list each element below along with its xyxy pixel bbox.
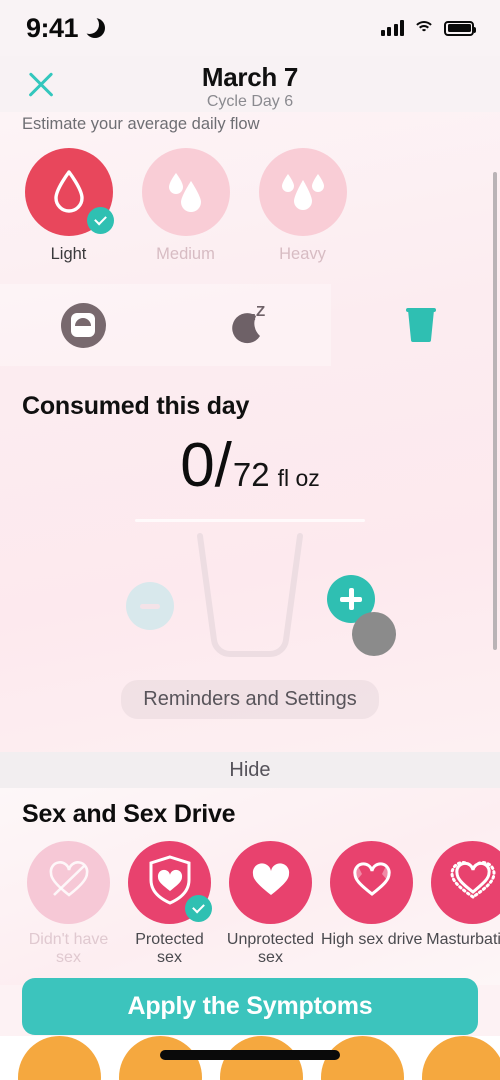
sex-option-unprotected-sex[interactable]: Unprotected sex	[220, 841, 321, 968]
protected-sex-check-icon	[185, 895, 212, 922]
masturbation-circle[interactable]	[431, 841, 500, 924]
battery-full-icon	[444, 20, 476, 36]
scale-icon	[60, 302, 106, 348]
flow-options-row: Light Medium Heavy	[0, 134, 500, 264]
consumed-heading: Consumed this day	[22, 392, 250, 420]
svg-text:Z: Z	[256, 303, 265, 320]
sex-option-protected-sex[interactable]: Protected sex	[119, 841, 220, 968]
flow-light-label: Light	[50, 245, 87, 263]
minus-icon	[140, 603, 160, 609]
empty-glass-outline-icon	[192, 530, 308, 667]
high-sex-drive-label: High sex drive	[321, 931, 423, 948]
flow-caption: Estimate your average daily flow	[22, 115, 260, 133]
sex-options-row: Didn't have sex Protected sex Unprotecte…	[0, 829, 500, 968]
phone-screen: 9:41 March 7 Cycle Day 6 Estimate your a…	[0, 0, 500, 1080]
crescent-moon-icon	[80, 15, 106, 38]
wifi-icon	[413, 20, 435, 36]
apply-symptoms-button[interactable]: Apply the Symptoms	[22, 978, 478, 1035]
flow-light-check-icon	[86, 207, 114, 234]
sex-section-heading: Sex and Sex Drive	[22, 800, 236, 828]
water-glass-icon	[404, 306, 438, 344]
triple-droplet-icon	[275, 167, 331, 218]
tab-weight[interactable]	[0, 302, 166, 348]
hide-bar[interactable]: Hide	[0, 752, 500, 788]
sex-and-sex-drive-section: Sex and Sex Drive Didn't have sex Protec…	[0, 788, 500, 985]
water-decrease-button[interactable]	[126, 582, 174, 630]
unprotected-sex-circle[interactable]	[229, 841, 312, 924]
water-amount: 0 / 72 fl oz	[0, 435, 500, 497]
amount-divider	[135, 519, 365, 522]
protected-sex-circle[interactable]	[128, 841, 212, 924]
cellular-signal-icon	[380, 20, 404, 36]
cycle-day-subtitle: Cycle Day 6	[206, 93, 294, 111]
status-bar-left: 9:41	[26, 12, 106, 44]
peek-circle[interactable]	[18, 1036, 101, 1080]
double-droplet-icon	[161, 167, 211, 218]
nav-center: March 7 Cycle Day 6	[202, 63, 298, 110]
reminders-settings-button[interactable]: Reminders and Settings	[121, 680, 379, 719]
tab-water[interactable]	[404, 306, 438, 344]
heart-slash-icon	[47, 859, 91, 906]
water-current-value: 0	[180, 431, 214, 500]
content-scrollbar[interactable]	[493, 172, 497, 650]
home-indicator	[160, 1050, 340, 1060]
flow-option-medium[interactable]: Medium	[135, 148, 236, 264]
status-bar: 9:41	[0, 0, 500, 56]
flow-light-circle[interactable]	[24, 148, 114, 236]
status-bar-right	[380, 20, 476, 36]
sex-option-high-sex-drive[interactable]: High sex drive	[321, 841, 422, 968]
page-title: March 7	[201, 62, 299, 93]
metric-tab-strip: z Z	[0, 284, 500, 366]
didnt-have-sex-circle[interactable]	[27, 841, 110, 924]
flow-heavy-circle[interactable]	[258, 148, 347, 236]
glass-stepper-row	[0, 530, 500, 670]
status-bar-time: 9:41	[26, 12, 79, 43]
plus-icon	[340, 588, 362, 610]
masturbation-label: Masturbation	[426, 931, 500, 948]
unprotected-sex-label: Unprotected sex	[226, 931, 315, 967]
flow-heavy-label: Heavy	[279, 245, 326, 263]
protected-sex-label: Protected sex	[135, 931, 204, 967]
high-sex-drive-circle[interactable]	[330, 841, 413, 924]
water-goal-value: 72	[232, 456, 270, 493]
flow-medium-label: Medium	[156, 245, 215, 263]
heart-icon	[251, 862, 291, 903]
didnt-have-sex-label: Didn't have sex	[28, 931, 109, 967]
close-x-icon[interactable]	[22, 66, 60, 104]
heart-sparkle-icon	[449, 859, 496, 906]
nav-bar: March 7 Cycle Day 6	[0, 56, 500, 118]
tab-sleep[interactable]: z Z	[166, 303, 332, 347]
flow-option-heavy[interactable]: Heavy	[252, 148, 353, 264]
flow-option-light[interactable]: Light	[18, 148, 119, 264]
scroll-content: Estimate your average daily flow Light M…	[0, 112, 500, 752]
water-unit-label: fl oz	[277, 465, 320, 491]
flow-medium-circle[interactable]	[141, 148, 230, 236]
sex-option-didnt-have-sex[interactable]: Didn't have sex	[18, 841, 119, 968]
water-separator: /	[214, 431, 232, 500]
sex-option-masturbation[interactable]: Masturbation	[422, 841, 500, 968]
peek-circle[interactable]	[422, 1036, 500, 1080]
hide-label: Hide	[229, 758, 271, 781]
mouse-cursor	[352, 612, 396, 656]
heart-wings-icon	[348, 860, 396, 905]
moon-sleep-icon: z Z	[226, 303, 272, 347]
single-droplet-icon	[52, 169, 86, 215]
